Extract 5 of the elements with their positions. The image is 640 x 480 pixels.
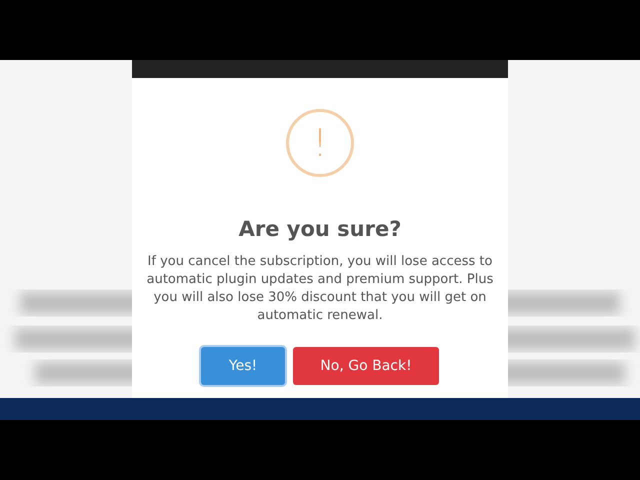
cancel-button[interactable]: No, Go Back! (293, 347, 439, 385)
dialog-title: Are you sure? (238, 217, 402, 241)
dialog-message: If you cancel the subscription, you will lose access to automatic plugin updates and premium support. Plus you will also lose 30% discount that you will get on automatic renewal. (146, 253, 494, 325)
warning-icon: ! (286, 109, 354, 177)
confirm-button[interactable]: Yes! (201, 347, 285, 385)
